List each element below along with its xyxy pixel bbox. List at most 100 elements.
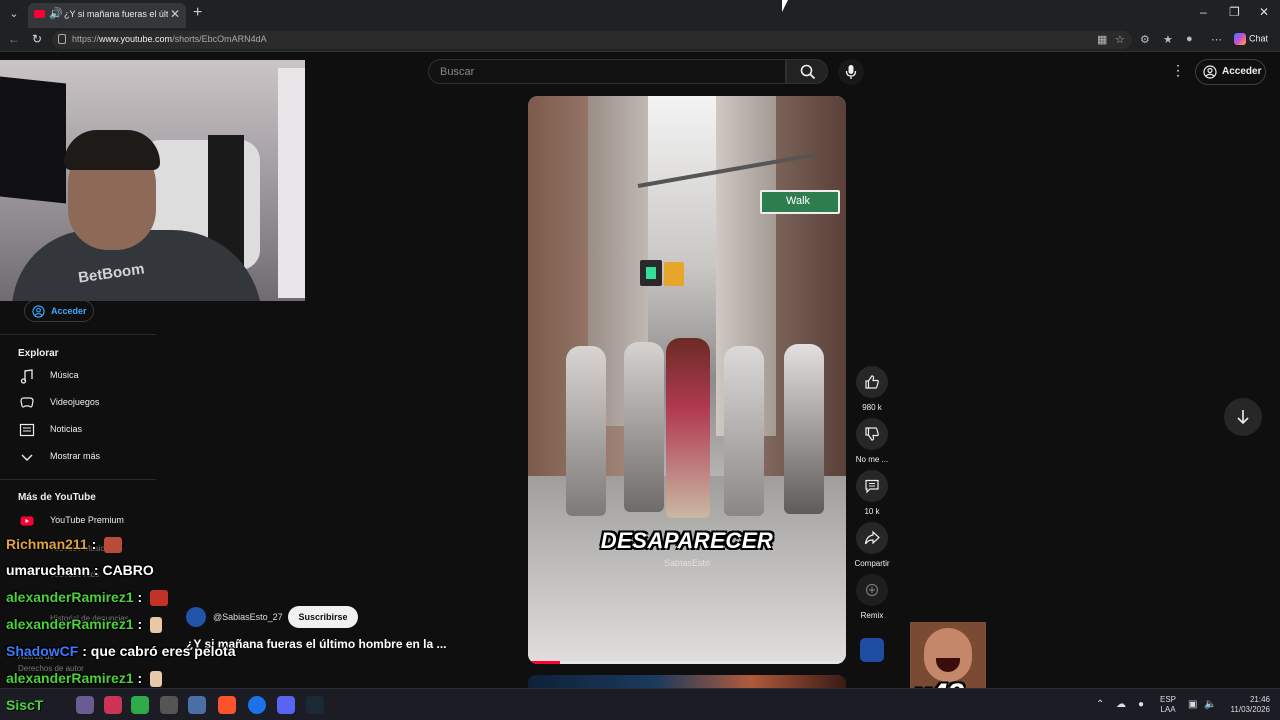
sidebar-signin-button[interactable]: Acceder xyxy=(24,300,94,322)
share-label: Compartir xyxy=(854,559,890,568)
minimize-button[interactable]: – xyxy=(1200,5,1207,19)
sidebar-item-show-more[interactable]: Mostrar más xyxy=(0,445,156,469)
new-tab-button[interactable]: + xyxy=(193,4,202,22)
remix-button[interactable] xyxy=(856,574,888,606)
chat-username: Richman211 xyxy=(6,536,88,552)
sidebar-item-music[interactable]: Música xyxy=(0,364,156,388)
chat-message: ShadowCF : que cabró eres pelota xyxy=(6,643,236,659)
profile-icon[interactable]: ● xyxy=(1186,33,1193,45)
comments-button[interactable] xyxy=(856,470,888,502)
network-icon[interactable]: ▣ xyxy=(1188,699,1197,710)
app-icon[interactable] xyxy=(104,696,122,714)
woman-figure xyxy=(666,338,710,518)
hand-emote-icon xyxy=(150,617,163,634)
chat-username: ShadowCF xyxy=(6,643,79,659)
dislike-button[interactable] xyxy=(856,418,888,450)
emote-icon xyxy=(150,590,169,607)
chat-message: umaruchann : CABRO xyxy=(6,562,154,578)
chat-message: alexanderRamirez1 : xyxy=(6,589,169,607)
subscribe-button[interactable]: Suscribirse xyxy=(288,606,358,628)
favorites-icon[interactable]: ★ xyxy=(1163,33,1173,46)
tray-chevron-up-icon[interactable]: ⌃ xyxy=(1096,699,1104,710)
gamepad-icon xyxy=(20,397,34,408)
steam-icon[interactable] xyxy=(306,696,324,714)
search-input[interactable]: Buscar xyxy=(428,59,786,84)
close-window-button[interactable]: ✕ xyxy=(1259,5,1269,19)
chat-message: alexanderRamirez1 : xyxy=(6,670,163,688)
sidebar-item-news[interactable]: Noticias xyxy=(0,418,156,442)
speaker-icon[interactable]: 🔊 xyxy=(49,7,63,20)
discord-icon[interactable] xyxy=(277,696,295,714)
next-short-button[interactable] xyxy=(1224,398,1262,436)
comment-count: 10 k xyxy=(864,507,880,516)
chat-message: alexanderRamirez1 : xyxy=(6,616,163,634)
video-watermark: SabíasEsto xyxy=(663,558,711,568)
copilot-chat-button[interactable]: Chat xyxy=(1234,33,1268,45)
laughing-face xyxy=(924,628,972,682)
search-button[interactable] xyxy=(786,59,828,84)
favorite-star-icon[interactable]: ☆ xyxy=(1115,33,1125,46)
cloud-icon[interactable]: ☁ xyxy=(1116,699,1126,710)
chat-username: alexanderRamirez1 xyxy=(6,589,134,605)
webcam-overlay: BetBoom xyxy=(0,60,305,301)
hand-emote-icon xyxy=(150,671,163,688)
maximize-button[interactable]: ❐ xyxy=(1229,5,1240,19)
video-progress-bar[interactable] xyxy=(528,661,846,664)
chat-username: umaruchann xyxy=(6,562,91,578)
remix-label: Remix xyxy=(860,611,884,620)
thumbs-down-icon xyxy=(865,427,879,441)
settings-menu-icon[interactable]: ⋮ xyxy=(1171,62,1185,79)
address-bar: ← ↻ https://www.youtube.com/shorts/EbcOm… xyxy=(0,28,1280,52)
sidebar-item-youtube-premium[interactable]: YouTube Premium xyxy=(0,509,156,533)
copilot-icon xyxy=(1234,33,1246,45)
play-icon[interactable] xyxy=(131,696,149,714)
volume-icon[interactable]: 🔈 xyxy=(1204,699,1216,710)
chrome-icon[interactable] xyxy=(248,696,266,714)
microphone-icon xyxy=(845,65,857,79)
brave-browser-icon[interactable] xyxy=(218,696,236,714)
system-clock[interactable]: 21:46 11/03/2026 xyxy=(1222,695,1270,715)
search-placeholder: Buscar xyxy=(440,66,475,78)
header-signin-button[interactable]: Acceder xyxy=(1195,59,1266,85)
channel-thumbnail[interactable] xyxy=(860,638,884,662)
url-field[interactable]: https://www.youtube.com/shorts/EbcOmARN4… xyxy=(52,31,1132,49)
browser-titlebar: ⌄ 🔊 ¿Y si mañana fueras el último hombre… xyxy=(0,0,1280,28)
emote-icon xyxy=(104,537,123,554)
extensions-icon[interactable]: ⚙ xyxy=(1140,33,1150,46)
next-short-preview[interactable] xyxy=(528,675,846,688)
app-icon[interactable] xyxy=(160,696,178,714)
traffic-light xyxy=(664,262,684,286)
chat-text: : xyxy=(137,616,143,632)
share-button[interactable] xyxy=(856,522,888,554)
tab-title: ¿Y si mañana fueras el último hombre en … xyxy=(64,9,168,19)
chat-message: Richman211 : xyxy=(6,536,123,554)
youtube-favicon-icon xyxy=(34,10,45,18)
mic-tray-icon[interactable]: ● xyxy=(1138,699,1144,710)
language-indicator[interactable]: ESP LAA xyxy=(1160,695,1176,715)
sidebar-divider xyxy=(0,334,156,335)
video-progress-fill xyxy=(528,661,560,664)
pedestrian-signal-icon xyxy=(640,260,662,286)
app-icon[interactable] xyxy=(188,696,206,714)
search-icon xyxy=(800,64,816,80)
reload-button[interactable]: ↻ xyxy=(32,32,42,46)
youtube-premium-icon xyxy=(20,516,34,526)
chat-text: : xyxy=(137,670,143,686)
browser-tab[interactable]: 🔊 ¿Y si mañana fueras el último hombre e… xyxy=(28,3,186,28)
thumbs-up-icon xyxy=(865,375,879,389)
back-button[interactable]: ← xyxy=(8,32,20,46)
skeleton-figure xyxy=(624,342,664,512)
like-button[interactable] xyxy=(856,366,888,398)
sidebar-item-gaming[interactable]: Videojuegos xyxy=(0,391,156,415)
tab-list-button[interactable]: ⌄ xyxy=(6,6,22,22)
chevron-down-icon xyxy=(21,454,33,461)
chat-text: : xyxy=(91,536,97,552)
tab-close-icon[interactable]: ✕ xyxy=(170,7,180,21)
shorts-video-player[interactable]: Walk DESAPARECER SabíasEsto xyxy=(528,96,846,664)
app-icon[interactable] xyxy=(76,696,94,714)
voice-search-button[interactable] xyxy=(838,59,864,85)
chat-text: : CABRO xyxy=(93,562,154,578)
app-available-icon[interactable]: ▦ xyxy=(1097,33,1107,46)
mouse-cursor-icon xyxy=(782,0,788,12)
more-menu-icon[interactable]: ⋯ xyxy=(1211,33,1222,46)
